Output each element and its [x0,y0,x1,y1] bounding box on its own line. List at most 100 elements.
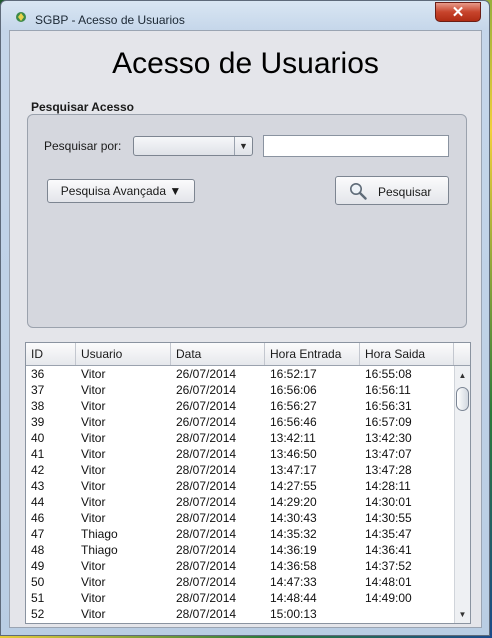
table-row[interactable]: 41 Vitor 28/07/2014 13:46:50 13:47:07 [26,446,454,462]
table-cell: 41 [31,447,45,461]
search-by-select[interactable]: ▼ [133,136,253,156]
table-cell: 28/07/2014 [176,543,237,557]
table-cell: 14:30:55 [365,511,412,525]
table-cell: 16:56:31 [365,399,412,413]
table-cell: Vitor [81,415,106,429]
table-cell: 16:52:17 [270,367,317,381]
title-bar[interactable]: SGBP - Acesso de Usuarios ✕ [1,1,489,31]
table-cell: 16:57:09 [365,415,412,429]
table-cell: 28/07/2014 [176,495,237,509]
table-cell: 14:35:32 [270,527,317,541]
table-cell: Vitor [81,447,106,461]
advanced-search-button[interactable]: Pesquisa Avançada ▼ [47,179,195,203]
table-cell: 26/07/2014 [176,367,237,381]
table-cell: 14:48:44 [270,591,317,605]
scroll-down-icon[interactable]: ▼ [455,607,470,623]
table-cell: 40 [31,431,45,445]
table-cell: 14:28:11 [365,479,411,493]
table-cell: 16:56:27 [270,399,317,413]
content-area: Acesso de Usuarios Pesquisar Acesso Pesq… [9,30,482,628]
table-cell: 13:47:17 [270,463,317,477]
table-cell: 28/07/2014 [176,463,237,477]
table-row[interactable]: 46 Vitor 28/07/2014 14:30:43 14:30:55 [26,510,454,526]
table-row[interactable]: 49 Vitor 28/07/2014 14:36:58 14:37:52 [26,558,454,574]
app-icon [16,12,26,22]
table-cell: 16:56:11 [365,383,411,397]
table-cell: 42 [31,463,45,477]
table-cell: 36 [31,367,45,381]
search-group-panel: Pesquisar por: ▼ Pesquisa Avançada ▼ Pes… [27,114,467,328]
column-header-usuario[interactable]: Usuario [76,343,171,365]
table-cell: 13:47:07 [365,447,412,461]
table-cell: 46 [31,511,45,525]
table-row[interactable]: 39 Vitor 26/07/2014 16:56:46 16:57:09 [26,414,454,430]
header-corner [454,343,470,365]
table-row[interactable]: 37 Vitor 26/07/2014 16:56:06 16:56:11 [26,382,454,398]
table-cell: 28/07/2014 [176,591,237,605]
table-cell: 28/07/2014 [176,607,237,621]
table-row[interactable]: 51 Vitor 28/07/2014 14:48:44 14:49:00 [26,590,454,606]
table-cell: Vitor [81,495,106,509]
chevron-down-icon[interactable]: ▼ [234,137,252,155]
window-title: SGBP - Acesso de Usuarios [35,13,185,27]
table-cell: Vitor [81,399,106,413]
table-cell: 16:56:46 [270,415,317,429]
table-cell: 28/07/2014 [176,559,237,573]
table-cell: 13:47:28 [365,463,412,477]
table-row[interactable]: 52 Vitor 28/07/2014 15:00:13 [26,606,454,622]
table-cell: Vitor [81,479,106,493]
column-header-hora-entrada[interactable]: Hora Entrada [265,343,360,365]
table-cell: 16:56:06 [270,383,317,397]
table-cell: 28/07/2014 [176,447,237,461]
table-cell: 14:29:20 [270,495,317,509]
table-cell: Vitor [81,383,106,397]
table-cell: 38 [31,399,45,413]
table-cell: 14:49:00 [365,591,412,605]
vertical-scrollbar[interactable]: ▲ ▼ [454,366,470,623]
search-button-label: Pesquisar [378,185,432,199]
table-row[interactable]: 44 Vitor 28/07/2014 14:29:20 14:30:01 [26,494,454,510]
search-by-label: Pesquisar por: [44,139,122,153]
table-cell: Vitor [81,367,106,381]
table-cell: Thiago [81,527,118,541]
table-cell: 14:48:01 [365,575,412,589]
table-cell [360,606,454,622]
table-cell: 26/07/2014 [176,415,237,429]
table-row[interactable]: 50 Vitor 28/07/2014 14:47:33 14:48:01 [26,574,454,590]
table-cell: 13:42:30 [365,431,412,445]
column-header-hora-saida[interactable]: Hora Saida [360,343,454,365]
magnifier-icon [350,183,367,200]
table-row[interactable]: 40 Vitor 28/07/2014 13:42:11 13:42:30 [26,430,454,446]
table-row[interactable]: 43 Vitor 28/07/2014 14:27:55 14:28:11 [26,478,454,494]
table-row[interactable]: 47 Thiago 28/07/2014 14:35:32 14:35:47 [26,526,454,542]
app-window: SGBP - Acesso de Usuarios ✕ Acesso de Us… [0,0,490,636]
search-button[interactable]: Pesquisar [335,176,449,205]
table-cell: Vitor [81,607,106,621]
table-cell: 28/07/2014 [176,575,237,589]
table-cell: 14:47:33 [270,575,317,589]
close-button[interactable]: ✕ [435,2,481,22]
scroll-up-icon[interactable]: ▲ [455,368,470,384]
table-row[interactable]: 36 Vitor 26/07/2014 16:52:17 16:55:08 [26,366,454,382]
column-header-id[interactable]: ID [26,343,76,365]
table-cell: Vitor [81,431,106,445]
table-row[interactable]: 42 Vitor 28/07/2014 13:47:17 13:47:28 [26,462,454,478]
table-cell: 49 [31,559,45,573]
table-cell: 28/07/2014 [176,479,237,493]
table-row[interactable]: 38 Vitor 26/07/2014 16:56:27 16:56:31 [26,398,454,414]
table-cell: 28/07/2014 [176,511,237,525]
table-cell: 39 [31,415,45,429]
table-cell: 14:37:52 [365,559,412,573]
column-header-data[interactable]: Data [171,343,265,365]
table-row[interactable]: 48 Thiago 28/07/2014 14:36:19 14:36:41 [26,542,454,558]
table-cell: 44 [31,495,45,509]
table-cell: Thiago [81,543,118,557]
table-cell: 37 [31,383,45,397]
table-cell: 48 [31,543,45,557]
table-cell: Vitor [81,559,106,573]
scroll-thumb[interactable] [456,387,469,411]
search-group-title: Pesquisar Acesso [31,100,134,114]
access-table: ID Usuario Data Hora Entrada Hora Saida … [25,342,471,624]
table-cell: 13:46:50 [270,447,317,461]
search-text-input[interactable] [263,135,449,157]
